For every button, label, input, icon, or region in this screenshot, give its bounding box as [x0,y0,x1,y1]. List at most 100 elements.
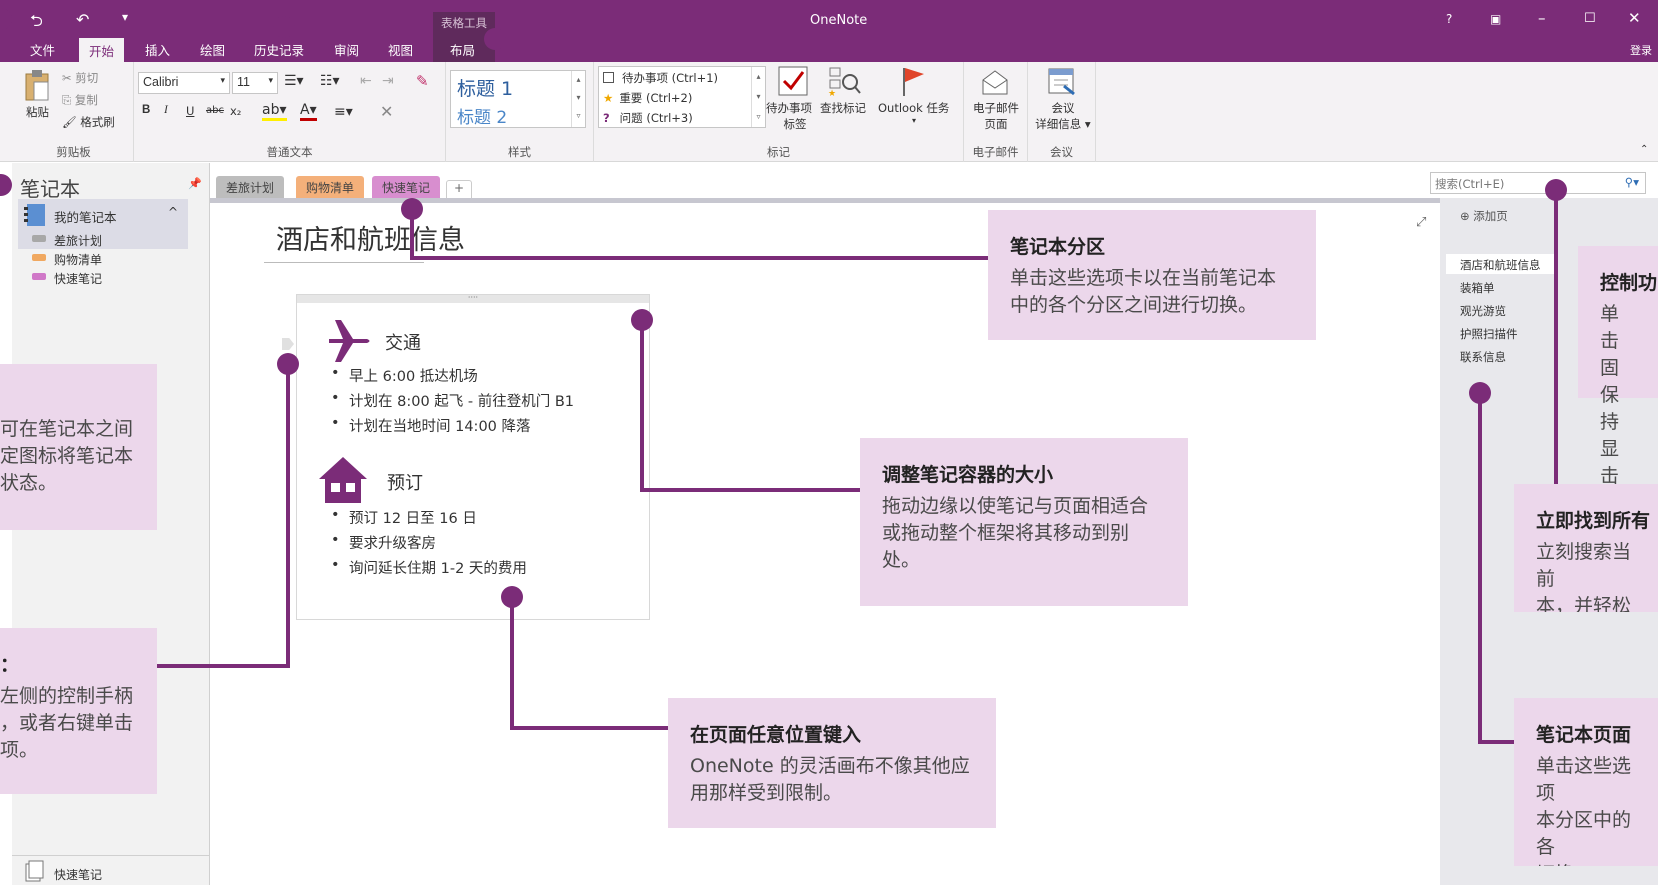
cut-button[interactable]: ✂ 剪切 [62,70,98,86]
app-title: OneNote [810,13,868,28]
bold-button[interactable]: B [142,104,150,116]
underline-button[interactable]: U [186,104,194,118]
clear-formatting-icon[interactable]: ✎ [416,72,429,90]
align-icon[interactable]: ≡▾ [334,104,353,120]
page-item[interactable]: 联系信息 [1460,349,1506,365]
font-name-combo[interactable]: Calibri ▾ [138,72,230,94]
maximize-icon[interactable]: ☐ [1584,11,1596,26]
list-item[interactable]: 要求升级客房 [331,532,436,553]
tab-review[interactable]: 审阅 [334,40,359,59]
signin-link[interactable]: 登录 [1630,42,1652,58]
connector-line [510,726,670,730]
email-group-label: 电子邮件 [972,145,1019,159]
font-size-combo[interactable]: 11 ▾ [232,72,278,94]
tag-important[interactable]: ★ 重要 (Ctrl+2) [603,90,692,106]
back-icon[interactable]: ⮌ [30,10,43,37]
style-heading-1[interactable]: 标题 1 [457,74,513,101]
list-item[interactable]: 早上 6:00 抵达机场 [331,365,478,386]
undo-icon[interactable]: ↶ [76,10,89,29]
tag-todo[interactable]: 待办事项 (Ctrl+1) [603,70,718,86]
meeting-details-icon[interactable] [1046,66,1078,98]
expand-icon[interactable]: ⤢ [1416,215,1426,230]
section-tab-shopping[interactable]: 购物清单 [296,176,365,198]
callout-controls-partial: 控制功 单击固 保持显 击箭头 [1578,246,1658,541]
copy-button[interactable]: ⎘ 复制 [62,92,98,108]
outlook-flag-icon[interactable] [900,66,926,96]
styles-group: 标题 1 标题 2 ▴ ▾ ▿ 样式 [446,62,594,162]
tab-home[interactable]: 开始 [79,38,125,62]
section-item-quicknotes[interactable]: 快速笔记 [54,270,102,287]
collapse-ribbon-icon[interactable]: ⌃ [1640,144,1648,155]
clipboard-group: 粘贴 ✂ 剪切 ⎘ 复制 🖌 格式刷 剪贴板 [14,62,134,162]
collapse-notebook-icon[interactable]: ^ [168,205,178,219]
outlook-tasks-dropdown-icon[interactable]: ▾ [912,116,916,125]
section-item-travel[interactable]: 差旅计划 [54,232,102,249]
search-icon[interactable]: ⚲▾ [1625,175,1639,189]
paste-button[interactable]: 粘贴 [26,104,49,120]
list-item[interactable]: 询问延长住期 1-2 天的费用 [331,557,527,578]
todo-tag-icon[interactable] [778,66,808,96]
find-tags-button[interactable]: 查找标记 [820,100,866,116]
list-item[interactable]: 计划在当地时间 14:00 降落 [331,415,530,436]
tab-view[interactable]: 视图 [388,40,413,59]
help-icon[interactable]: ? [1446,12,1452,26]
bullets-icon[interactable]: ☰▾ [284,73,304,89]
delete-icon[interactable]: ✕ [380,102,393,121]
tab-layout[interactable]: 布局 [450,40,475,59]
list-item[interactable]: 计划在 8:00 起飞 - 前往登机门 B1 [331,390,574,411]
outdent-icon[interactable]: ⇤ [360,73,372,89]
container-drag-handle[interactable]: ···· [297,294,649,303]
add-section-button[interactable]: + [446,180,473,198]
connector-line [156,664,290,668]
tab-history[interactable]: 历史记录 [254,40,304,59]
search-input[interactable]: 搜索(Ctrl+E) ⚲▾ [1430,172,1646,194]
transport-heading[interactable]: 交通 [385,329,421,355]
tags-scroll[interactable]: ▴ ▾ ▿ [751,67,765,127]
tab-file[interactable]: 文件 [30,40,55,59]
pin-icon[interactable]: 📌 [188,177,202,190]
numbering-icon[interactable]: ☷▾ [320,73,340,89]
paste-icon[interactable] [24,68,52,102]
email-page-button[interactable]: 电子邮件 页面 [968,100,1024,132]
notebook-item[interactable]: 我的笔记本 ^ [18,199,188,231]
format-painter-button[interactable]: 🖌 格式刷 [62,114,115,130]
meeting-details-button[interactable]: 会议 详细信息 ▾ [1032,100,1094,132]
tags-gallery[interactable]: 待办事项 (Ctrl+1) ★ 重要 (Ctrl+2) ? 问题 (Ctrl+3) … [598,66,766,128]
tab-draw[interactable]: 绘图 [200,40,225,59]
customize-qat-icon[interactable]: ▾ [122,10,128,24]
style-heading-2[interactable]: 标题 2 [457,103,507,128]
highlight-icon[interactable]: ab▾ [262,102,287,121]
note-container[interactable]: ···· 交通 早上 6:00 抵达机场 计划在 8:00 起飞 - 前往登机门… [296,294,650,620]
close-icon[interactable]: ✕ [1628,9,1641,27]
page-item[interactable]: 护照扫描件 [1460,326,1518,342]
todo-tag-button[interactable]: 待办事项 标签 [766,100,812,132]
find-tags-icon[interactable]: ★ [828,66,862,96]
tab-insert[interactable]: 插入 [145,40,170,59]
page-item[interactable]: 观光游览 [1460,303,1506,319]
paragraph-handle[interactable] [282,338,294,350]
indent-icon[interactable]: ⇥ [382,73,394,89]
minimize-icon[interactable]: – [1538,9,1546,27]
page-item[interactable]: 酒店和航班信息 [1460,257,1541,273]
outlook-tasks-button[interactable]: Outlook 任务 [878,100,949,116]
page-item[interactable]: 装箱单 [1460,280,1495,296]
list-item[interactable]: 预订 12 日至 16 日 [331,507,477,528]
section-tab-quicknotes[interactable]: 快速笔记 [372,176,441,198]
email-page-icon[interactable] [980,68,1010,96]
quick-notes-link[interactable]: 快速笔记 [54,866,102,883]
section-tab-travel[interactable]: 差旅计划 [216,176,285,198]
add-page-button[interactable]: ⊕ 添加页 [1460,208,1508,224]
styles-gallery[interactable]: 标题 1 标题 2 ▴ ▾ ▿ [450,70,586,128]
section-item-shopping[interactable]: 购物清单 [54,251,102,268]
svg-text:★: ★ [828,89,836,96]
font-color-icon[interactable]: A▾ [300,102,317,121]
styles-scroll[interactable]: ▴ ▾ ▿ [571,71,585,127]
page-title[interactable]: 酒店和航班信息 [276,218,465,257]
tag-question[interactable]: ? 问题 (Ctrl+3) [603,110,693,126]
subscript-button[interactable]: x₂ [230,104,241,118]
booking-heading[interactable]: 预订 [387,469,423,495]
italic-button[interactable]: I [164,104,168,116]
strikethrough-button[interactable]: abc [206,105,224,116]
ribbon-display-icon[interactable]: ▣ [1490,12,1501,26]
callout-body: 拖动边缘以使笔记与页面相适合或拖动整个框架将其移动到别处。 [882,495,1149,571]
